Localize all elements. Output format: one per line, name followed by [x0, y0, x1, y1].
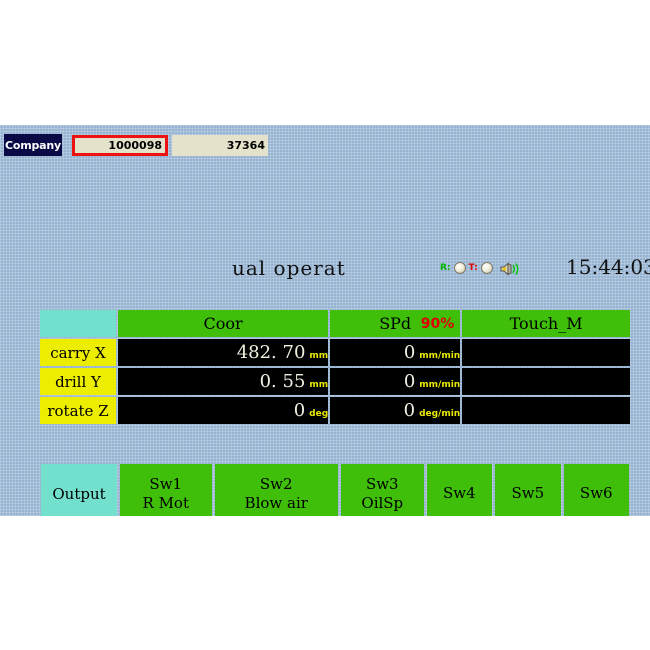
- switch-sw6[interactable]: Sw6: [563, 464, 629, 516]
- lamp-r-indicator: [453, 262, 466, 274]
- coor-value-drill-y: 0. 55 mm: [118, 368, 329, 395]
- spd-value-text: 0: [403, 342, 416, 363]
- spd-value-carry-x: 0 mm/min: [330, 339, 461, 366]
- row-label-rotate-z: rotate Z: [40, 397, 116, 424]
- switch-desc: OilSp: [361, 493, 404, 512]
- switch-desc: R Mot: [142, 493, 189, 512]
- touchm-value-carry-x: [462, 339, 630, 366]
- spd-label: SPd: [379, 314, 412, 333]
- switch-name: Sw5: [511, 484, 545, 503]
- switch-name: Sw3: [365, 474, 399, 493]
- table-row: drill Y 0. 55 mm 0 mm/min: [40, 368, 630, 395]
- header-cell-coor: Coor: [118, 310, 329, 337]
- coor-value-rotate-z: 0 deg: [118, 397, 329, 424]
- touchm-value-rotate-z: [462, 397, 630, 424]
- hmi-screen: ual operat R: T: 15:44:03 Coor SPd 90% T…: [0, 125, 650, 516]
- output-table: Output Sw1 R Mot Sw2 Blow air Sw3 OilSp Sw4…: [38, 461, 632, 516]
- coor-value-text: 0: [293, 400, 306, 421]
- status-indicators: R: T:: [440, 261, 520, 276]
- coor-value-text: 0. 55: [259, 371, 306, 392]
- coor-unit-text: mm: [309, 380, 329, 390]
- header-cell-spd: SPd 90%: [330, 310, 461, 337]
- spd-unit-text: mm/min: [419, 351, 461, 361]
- spd-value-text: 0: [403, 371, 416, 392]
- switch-name: Sw6: [579, 484, 613, 503]
- lamp-t-indicator: [480, 262, 493, 274]
- part-count-field[interactable]: 1000098: [72, 135, 168, 156]
- row-label-carry-x: carry X: [40, 339, 116, 366]
- coor-unit-text: deg: [309, 409, 329, 419]
- switch-desc: Blow air: [244, 493, 308, 512]
- secondary-count-field[interactable]: 37364: [172, 135, 268, 156]
- row-label-drill-y: drill Y: [40, 368, 116, 395]
- switch-sw3[interactable]: Sw3 OilSp: [340, 464, 424, 516]
- table-row: rotate Z 0 deg 0 deg/min: [40, 397, 630, 424]
- coor-unit-text: mm: [309, 351, 329, 361]
- lamp-r-label: R:: [440, 263, 451, 273]
- switch-sw2[interactable]: Sw2 Blow air: [214, 464, 338, 516]
- header-cell-touchm: Touch_M: [462, 310, 630, 337]
- spd-value-text: 0: [403, 400, 416, 421]
- header-cell-blank: [40, 310, 116, 337]
- company-badge[interactable]: Company: [4, 134, 62, 156]
- coor-value-carry-x: 482. 70 mm: [118, 339, 329, 366]
- lamp-t-label: T:: [468, 263, 478, 273]
- switch-sw1[interactable]: Sw1 R Mot: [120, 464, 212, 516]
- touchm-value-drill-y: [462, 368, 630, 395]
- speaker-icon[interactable]: [500, 261, 520, 276]
- table-header-row: Coor SPd 90% Touch_M: [40, 310, 630, 337]
- switch-sw5[interactable]: Sw5: [495, 464, 561, 516]
- coordinate-table: Coor SPd 90% Touch_M carry X 482. 70 mm 0…: [38, 308, 632, 426]
- switch-name: Sw4: [443, 484, 476, 503]
- switch-name: Sw2: [259, 474, 293, 493]
- spd-value-drill-y: 0 mm/min: [330, 368, 461, 395]
- spd-percent-symbol: %: [440, 315, 455, 332]
- page-title: ual operat: [232, 256, 346, 280]
- output-label: Output: [41, 464, 117, 516]
- switch-sw4[interactable]: Sw4: [426, 464, 493, 516]
- spd-unit-text: mm/min: [419, 380, 461, 390]
- spd-unit-text: deg/min: [419, 409, 461, 419]
- spd-percent: 90%: [421, 316, 455, 332]
- table-row: carry X 482. 70 mm 0 mm/min: [40, 339, 630, 366]
- coor-value-text: 482. 70: [236, 342, 306, 363]
- spd-value-rotate-z: 0 deg/min: [330, 397, 461, 424]
- spd-percent-value: 90: [420, 315, 441, 332]
- output-row: Output Sw1 R Mot Sw2 Blow air Sw3 OilSp Sw4…: [41, 464, 629, 516]
- clock-display: 15:44:03: [566, 255, 650, 279]
- switch-name: Sw1: [149, 474, 183, 493]
